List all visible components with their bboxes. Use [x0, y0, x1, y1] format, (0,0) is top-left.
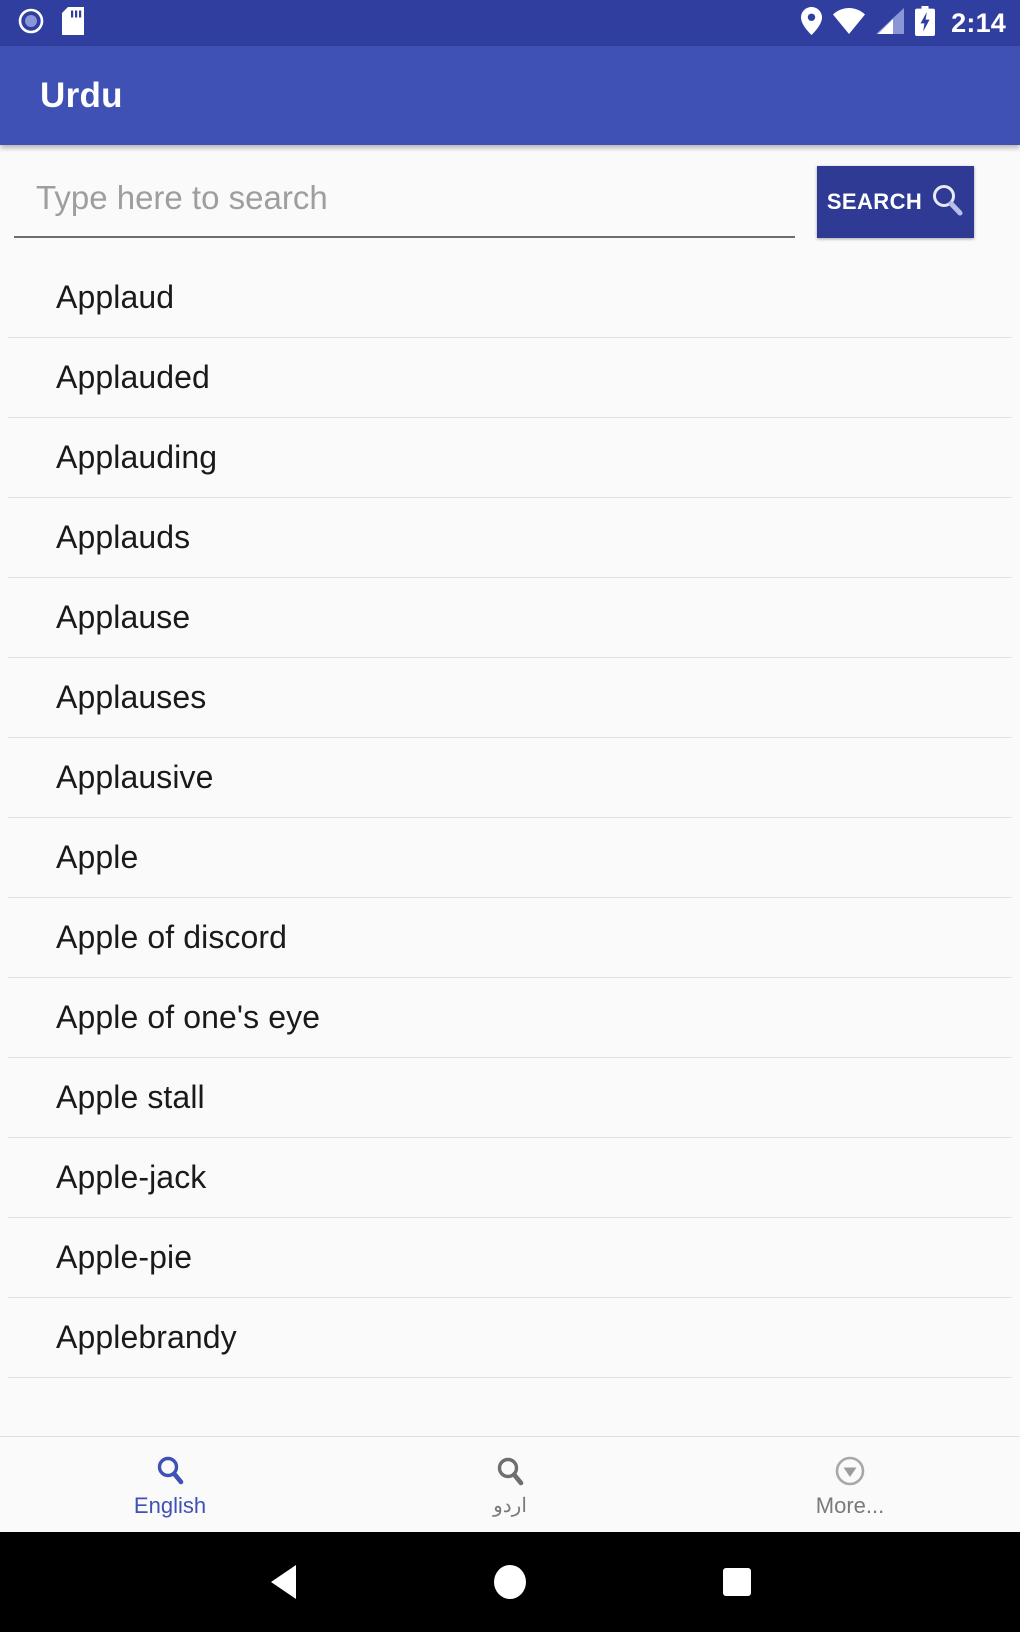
search-button-label: SEARCH — [826, 188, 923, 214]
circle-chevron-down-icon — [834, 1453, 866, 1489]
status-bar-left-icons — [18, 6, 84, 40]
battery-charging-icon — [915, 5, 936, 41]
location-pin-icon — [801, 6, 823, 40]
magnifier-icon — [155, 1453, 185, 1489]
recents-square-icon — [722, 1568, 751, 1596]
word-label: Applaud — [56, 279, 175, 315]
list-item[interactable]: Applauded — [8, 338, 1012, 418]
bottom-tab-bar: English اردو More... — [0, 1436, 1020, 1532]
list-item[interactable]: Apple of one's eye — [8, 978, 1012, 1058]
back-button[interactable] — [238, 1532, 328, 1632]
tab-english-label: English — [133, 1492, 207, 1518]
search-button[interactable]: SEARCH — [817, 165, 974, 238]
status-bar-clock: 2:14 — [951, 7, 1006, 38]
back-triangle-icon — [270, 1565, 296, 1599]
app-root: 2:14 Urdu SEARCH Applaud Applauded Appla… — [0, 0, 1020, 1632]
list-item[interactable]: Applebrandy — [8, 1298, 1012, 1378]
word-label: Applauds — [56, 519, 191, 555]
tab-more[interactable]: More... — [680, 1437, 1020, 1532]
status-bar-right-icons: 2:14 — [801, 5, 1006, 41]
tab-more-label: More... — [815, 1492, 885, 1518]
sd-card-icon — [62, 6, 84, 40]
list-item[interactable]: Applauses — [8, 658, 1012, 738]
list-item[interactable]: Applauds — [8, 498, 1012, 578]
word-label: Apple stall — [56, 1079, 205, 1115]
tab-urdu-label: اردو — [493, 1494, 527, 1517]
list-item[interactable]: Apple of discord — [8, 898, 1012, 978]
list-item[interactable]: Apple-pie — [8, 1218, 1012, 1298]
wifi-icon — [833, 7, 866, 39]
record-circle-icon — [18, 8, 44, 39]
word-label: Apple of discord — [56, 919, 288, 955]
list-item[interactable]: Apple-jack — [8, 1138, 1012, 1218]
word-list[interactable]: Applaud Applauded Applauding Applauds Ap… — [0, 258, 1020, 1436]
search-input[interactable] — [14, 165, 795, 238]
list-item[interactable]: Applausive — [8, 738, 1012, 818]
list-item[interactable]: Applauding — [8, 418, 1012, 498]
word-label: Apple-pie — [56, 1239, 193, 1275]
search-bar: SEARCH — [0, 145, 1020, 258]
app-bar: Urdu — [0, 46, 1020, 145]
list-item[interactable]: Applaud — [8, 258, 1012, 338]
status-bar: 2:14 — [0, 0, 1020, 46]
magnifier-icon — [495, 1454, 525, 1490]
word-label: Apple-jack — [56, 1159, 207, 1195]
recents-button[interactable] — [692, 1532, 782, 1632]
android-navigation-bar — [0, 1532, 1020, 1632]
tab-english[interactable]: English — [0, 1437, 340, 1532]
word-label: Applebrandy — [56, 1319, 237, 1355]
page-title: Urdu — [40, 75, 123, 115]
tab-urdu[interactable]: اردو — [340, 1437, 680, 1532]
word-label: Apple — [56, 839, 139, 875]
word-label: Applause — [56, 599, 191, 635]
word-label: Applauses — [56, 679, 207, 715]
home-circle-icon — [493, 1565, 526, 1599]
list-item[interactable]: Applause — [8, 578, 1012, 658]
word-label: Applausive — [56, 759, 214, 795]
home-button[interactable] — [465, 1532, 555, 1632]
list-item[interactable]: Apple — [8, 818, 1012, 898]
word-label: Applauded — [56, 359, 210, 395]
magnifier-icon — [930, 183, 964, 220]
word-label: Apple of one's eye — [56, 999, 321, 1035]
cellular-signal-icon — [876, 7, 905, 39]
list-item[interactable]: Apple stall — [8, 1058, 1012, 1138]
search-input-wrapper — [14, 160, 795, 244]
word-label: Applauding — [56, 439, 218, 475]
